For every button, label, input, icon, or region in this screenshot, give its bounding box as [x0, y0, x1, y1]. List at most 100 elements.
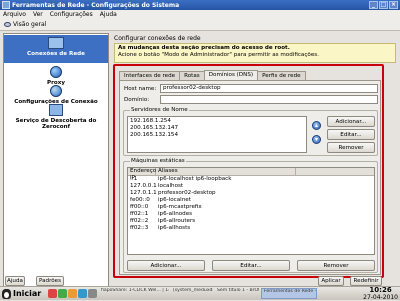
maximize-button[interactable]: □	[379, 1, 388, 9]
clock-time: 10:26	[369, 286, 392, 294]
menu-ver[interactable]: Ver	[33, 11, 43, 18]
cell-aliases: ip6-localnet	[158, 197, 191, 203]
hostname-field[interactable]: professor02-desktop	[160, 84, 378, 93]
title-bar: Ferramentas de Rede - Configurações do S…	[0, 0, 400, 10]
defaults-button[interactable]: Padrões	[36, 276, 64, 286]
cell-aliases: ip6-mcastprefix	[158, 204, 202, 210]
close-button[interactable]: ×	[389, 1, 398, 9]
static-hosts-table[interactable]: Endereço IP Aliases ::1 ip6-localhost ip6…	[127, 167, 375, 255]
table-row[interactable]: ff02::2 ip6-allrouters	[128, 218, 374, 225]
start-button[interactable]: Iniciar	[0, 288, 46, 299]
warning-bold: As mudanças desta seção precisam do aces…	[118, 45, 290, 51]
nameservers-legend: Servidores de Nome	[130, 107, 189, 113]
globe-icon	[50, 85, 62, 97]
nameservers-group: Servidores de Nome 192.168.1.254 200.165…	[123, 107, 378, 156]
taskbar-item[interactable]: fiapoShare: 1-CLICK Wel... | 14 de seu |…	[99, 288, 169, 299]
list-item[interactable]: 200.165.132.154	[130, 132, 304, 139]
menu-bar: Arquivo Ver Configurações Ajuda	[0, 10, 400, 19]
hostname-label: Host name:	[124, 86, 157, 92]
taskbar-item-active[interactable]: Ferramentas de Rede - ...	[261, 288, 317, 299]
root-warning: As mudanças desta seção precisam do aces…	[114, 43, 396, 63]
menu-configuracoes[interactable]: Configurações	[50, 11, 93, 18]
domain-field[interactable]	[160, 95, 378, 104]
reset-button[interactable]: Redefinir	[350, 276, 382, 286]
nameserver-remove-button[interactable]: Remover	[327, 142, 375, 153]
sidebar-item-zeroconf[interactable]: Serviço de Descoberta do Zeroconf	[4, 104, 108, 130]
sidebar-item-network-connections[interactable]: Conexões de Rede	[4, 35, 108, 63]
menu-arquivo[interactable]: Arquivo	[3, 11, 26, 18]
launcher-icon[interactable]	[88, 289, 97, 298]
static-edit-button[interactable]: Editar...	[212, 260, 290, 271]
cell-ip: 127.0.0.1	[130, 183, 157, 189]
overview-label: Visão geral	[13, 21, 47, 28]
table-row[interactable]: ff02::3 ip6-allhosts	[128, 225, 374, 232]
table-row[interactable]: ff00::0 ip6-mcastprefix	[128, 204, 374, 211]
table-row[interactable]: fe00::0 ip6-localnet	[128, 197, 374, 204]
network-connections-icon	[48, 37, 64, 49]
dns-panel: Host name: professor02-desktop Domínio: …	[119, 80, 381, 275]
apply-button[interactable]: Aplicar	[318, 276, 344, 286]
nameservers-list[interactable]: 192.168.1.254 200.165.132.147 200.165.13…	[127, 116, 307, 153]
nameserver-edit-button[interactable]: Editar...	[327, 129, 375, 140]
nameserver-add-button[interactable]: Adicionar...	[327, 116, 375, 127]
sidebar: Conexões de Rede Proxy Configurações de …	[3, 33, 109, 287]
move-down-button[interactable]: ▾	[312, 135, 321, 144]
cell-ip: ff00::0	[130, 204, 149, 210]
start-label: Iniciar	[13, 289, 42, 298]
main-content: Configurar conexões de rede As mudanças …	[112, 33, 398, 287]
sidebar-item-label: Conexões de Rede	[27, 51, 85, 57]
launcher-icon[interactable]	[78, 289, 87, 298]
list-item[interactable]: 200.165.132.147	[130, 125, 304, 132]
table-row[interactable]: 127.0.0.1 localhost	[128, 183, 374, 190]
static-add-button[interactable]: Adicionar...	[127, 260, 205, 271]
sidebar-item-connection-settings[interactable]: Configurações de Conexão	[4, 85, 108, 105]
cell-ip: ff02::2	[130, 218, 149, 224]
app-icon	[2, 1, 10, 9]
static-hosts-legend: Máquinas estáticas	[130, 158, 186, 164]
taskbar-item[interactable]: Sem título 1 - BrOffice.org ...	[215, 288, 259, 299]
table-row[interactable]: ::1 ip6-localhost ip6-loopback	[128, 176, 374, 183]
cell-aliases: ip6-allhosts	[158, 225, 191, 231]
cell-ip: ff02::3	[130, 225, 149, 231]
clock[interactable]: 10:26 27-04-2010	[363, 286, 400, 301]
cell-ip: ::1	[130, 176, 138, 182]
launcher-icon[interactable]	[48, 289, 57, 298]
table-header: Endereço IP Aliases	[128, 168, 374, 181]
toolbar: Visão geral	[0, 19, 400, 31]
taskbar: Iniciar fiapoShare: 1-CLICK Wel... | 14 …	[0, 286, 400, 301]
move-up-button[interactable]: ▴	[312, 121, 321, 130]
globe-icon	[50, 66, 62, 78]
column-aliases[interactable]: Aliases	[156, 168, 296, 175]
zeroconf-icon	[49, 104, 63, 116]
overview-button[interactable]: Visão geral	[2, 20, 48, 29]
table-row[interactable]: ff02::1 ip6-allnodes	[128, 211, 374, 218]
table-row[interactable]: 127.0.1.1 professor02-desktop	[128, 190, 374, 197]
tux-icon	[2, 288, 11, 299]
quick-launch	[48, 289, 97, 298]
taskbar-item[interactable]: [system_meduxdb] - Nav...	[171, 288, 213, 299]
menu-ajuda[interactable]: Ajuda	[100, 11, 117, 18]
tab-dns[interactable]: Domínios (DNS)	[203, 70, 259, 80]
minimize-button[interactable]: _	[369, 1, 378, 9]
cell-aliases: ip6-allrouters	[158, 218, 196, 224]
cell-aliases: professor02-desktop	[158, 190, 216, 196]
cell-ip: 127.0.1.1	[130, 190, 157, 196]
column-ip[interactable]: Endereço IP	[128, 168, 156, 181]
page-title: Configurar conexões de rede	[114, 35, 201, 42]
cell-ip: ff02::1	[130, 211, 149, 217]
firefox-icon[interactable]	[68, 289, 77, 298]
cell-ip: fe00::0	[130, 197, 150, 203]
eye-icon	[4, 22, 11, 27]
domain-label: Domínio:	[124, 97, 150, 103]
cell-aliases: ip6-localhost ip6-loopback	[158, 176, 232, 182]
sidebar-item-label: Serviço de Descoberta do Zeroconf	[15, 118, 97, 130]
static-hosts-group: Máquinas estáticas Endereço IP Aliases :…	[123, 158, 378, 273]
cell-aliases: ip6-allnodes	[158, 211, 193, 217]
static-remove-button[interactable]: Remover	[297, 260, 375, 271]
warning-text: Acione o botão "Modo de Administrador" p…	[118, 51, 319, 58]
window-title: Ferramentas de Rede - Configurações do S…	[12, 1, 180, 9]
help-button[interactable]: Ajuda	[5, 276, 25, 286]
launcher-icon[interactable]	[58, 289, 67, 298]
sidebar-item-proxy[interactable]: Proxy	[4, 66, 108, 86]
list-item[interactable]: 192.168.1.254	[130, 118, 304, 125]
